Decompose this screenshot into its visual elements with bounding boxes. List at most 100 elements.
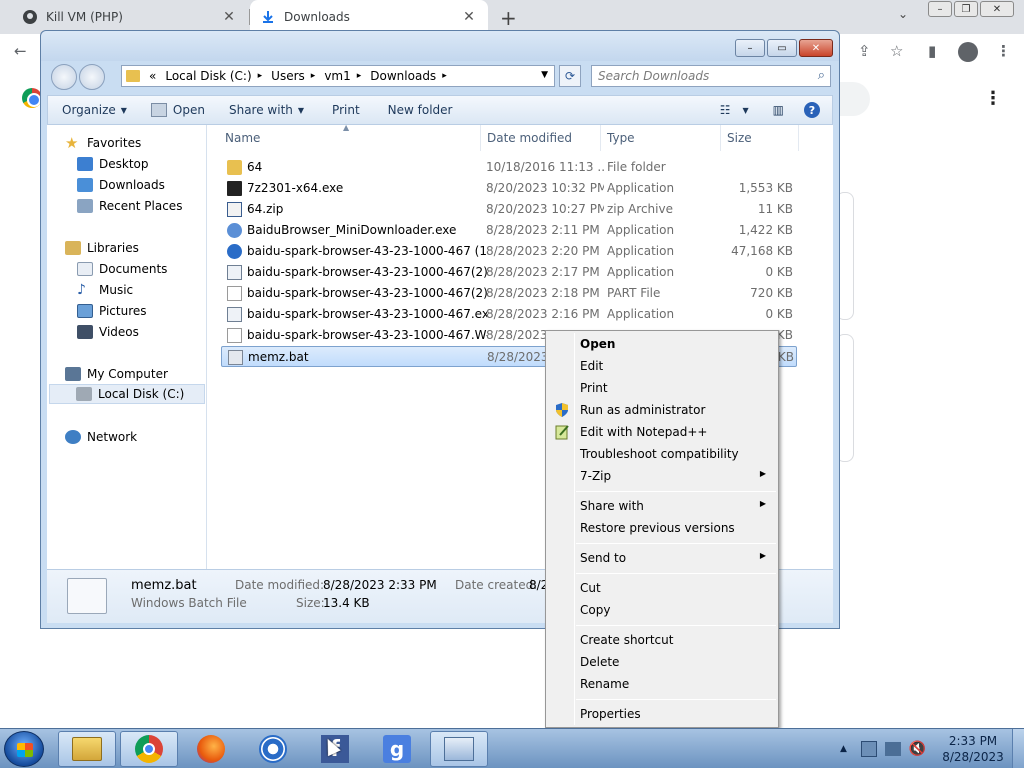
menu-item-create-shortcut[interactable]: Create shortcut (548, 629, 776, 651)
organize-button[interactable]: Organize ▼ (62, 103, 127, 117)
file-row[interactable]: 64 10/18/2016 11:13 ... File folder (221, 157, 797, 178)
tab-close-icon[interactable]: ✕ (220, 9, 238, 25)
side-panel-icon[interactable]: ▮ (928, 42, 936, 60)
close-window-button[interactable]: ✕ (980, 1, 1014, 17)
file-row[interactable]: 7z2301-x64.exe 8/20/2023 10:32 PM Applic… (221, 178, 797, 199)
menu-item-print[interactable]: Print (548, 377, 776, 399)
explorer-close-button[interactable]: ✕ (799, 39, 833, 57)
address-bar[interactable]: « Local Disk (C:) ▸ Users ▸ vm1 ▸ Downlo… (121, 65, 555, 87)
search-icon[interactable]: ⌕ (818, 68, 825, 83)
share-icon[interactable]: ⇪ (858, 42, 871, 60)
forward-button[interactable] (79, 64, 105, 90)
menu-item-share-with[interactable]: Share with ▶ (548, 495, 776, 517)
show-desktop-button[interactable] (1012, 729, 1024, 768)
maximize-button[interactable]: ❐ (954, 1, 978, 17)
menu-item-send-to[interactable]: Send to ▶ (548, 547, 776, 569)
print-button[interactable]: Print (332, 103, 360, 117)
breadcrumb-vm1[interactable]: vm1 (324, 69, 350, 83)
show-hidden-icons-button[interactable]: ▲ (840, 744, 847, 754)
taskbar-google[interactable]: g (368, 731, 426, 767)
menu-item-delete[interactable]: Delete (548, 651, 776, 673)
nav-music[interactable]: ♪ Music (77, 280, 133, 300)
tab-downloads[interactable]: Downloads ✕ (250, 0, 488, 34)
view-options-button[interactable]: ☷ ▼ (720, 103, 749, 117)
nav-my-computer[interactable]: My Computer (65, 364, 168, 384)
volume-muted-icon[interactable]: 🔇 (909, 741, 926, 757)
column-header-date[interactable]: Date modified (481, 125, 601, 151)
tab-kill-vm[interactable]: Kill VM (PHP) ✕ (0, 0, 248, 34)
minimize-button[interactable]: – (928, 1, 952, 17)
column-header-type[interactable]: Type (601, 125, 721, 151)
nav-favorites[interactable]: ★ Favorites (65, 133, 141, 153)
column-header-name[interactable]: ▲ Name (207, 123, 481, 151)
nav-label: Network (87, 430, 138, 444)
explorer-minimize-button[interactable]: – (735, 39, 765, 57)
nav-label: Downloads (99, 178, 165, 192)
breadcrumb-separator[interactable]: ▸ (357, 71, 362, 81)
breadcrumb-local-disk[interactable]: Local Disk (C:) (165, 69, 251, 83)
browser-menu-icon[interactable]: ⋮ (996, 42, 1011, 60)
taskbar-control-panel[interactable] (430, 731, 488, 767)
nav-documents[interactable]: Documents (77, 259, 167, 279)
file-name: 64 (247, 160, 263, 174)
help-icon[interactable]: ? (804, 102, 820, 118)
file-row[interactable]: baidu-spark-browser-43-23-1000-467 (1)..… (221, 241, 797, 262)
nav-pictures[interactable]: Pictures (77, 301, 147, 321)
nav-videos[interactable]: Videos (77, 322, 139, 342)
chevron-down-icon[interactable]: ▼ (541, 70, 548, 80)
column-header-size[interactable]: Size (721, 125, 799, 151)
menu-item-edit[interactable]: Edit (548, 355, 776, 377)
breadcrumb-separator[interactable]: ▸ (258, 71, 263, 81)
file-row[interactable]: baidu-spark-browser-43-23-1000-467(2)...… (221, 283, 797, 304)
new-tab-button[interactable]: + (500, 6, 517, 30)
taskbar-baidu-browser[interactable] (244, 731, 302, 767)
page-more-icon[interactable]: ⋮ (984, 88, 1002, 109)
file-row[interactable]: 64.zip 8/20/2023 10:27 PM zip Archive 11… (221, 199, 797, 220)
taskbar-firefox[interactable] (182, 731, 240, 767)
open-button[interactable]: Open (150, 103, 205, 117)
explorer-maximize-button[interactable]: ▭ (767, 39, 797, 57)
menu-item-open[interactable]: Open (548, 333, 776, 355)
menu-item-cut[interactable]: Cut (548, 577, 776, 599)
nav-desktop[interactable]: Desktop (77, 154, 149, 174)
taskbar-clock[interactable]: 2:33 PM 8/28/2023 (938, 733, 1008, 765)
nav-local-disk[interactable]: Local Disk (C:) (49, 384, 205, 404)
share-with-button[interactable]: Share with ▼ (229, 103, 304, 117)
breadcrumb-separator[interactable]: ▸ (442, 71, 447, 81)
menu-item-troubleshoot[interactable]: Troubleshoot compatibility (548, 443, 776, 465)
menu-item-edit-notepadpp[interactable]: Edit with Notepad++ (548, 421, 776, 443)
new-folder-button[interactable]: New folder (388, 103, 453, 117)
folder-icon (227, 160, 242, 175)
menu-item-7zip[interactable]: 7-Zip ▶ (548, 465, 776, 487)
breadcrumb-downloads[interactable]: Downloads (370, 69, 436, 83)
breadcrumb-overflow[interactable]: « (149, 69, 156, 83)
start-button[interactable] (4, 731, 44, 767)
profile-avatar-icon[interactable] (958, 42, 978, 62)
menu-item-copy[interactable]: Copy (548, 599, 776, 621)
file-row[interactable]: BaiduBrowser_MiniDownloader.exe 8/28/202… (221, 220, 797, 241)
menu-item-rename[interactable]: Rename (548, 673, 776, 695)
nav-downloads[interactable]: Downloads (77, 175, 165, 195)
menu-item-properties[interactable]: Properties (548, 703, 776, 725)
menu-item-restore-versions[interactable]: Restore previous versions (548, 517, 776, 539)
tab-close-icon[interactable]: ✕ (460, 9, 478, 25)
taskbar-chrome[interactable] (120, 731, 178, 767)
preview-pane-icon[interactable]: ▥ (773, 103, 784, 117)
back-icon[interactable]: ← (14, 42, 27, 60)
search-input[interactable]: Search Downloads ⌕ (591, 65, 831, 87)
breadcrumb-separator[interactable]: ▸ (311, 71, 316, 81)
nav-recent-places[interactable]: Recent Places (77, 196, 182, 216)
network-tray-icon[interactable] (884, 742, 901, 756)
tab-search-button[interactable]: ⌄ (898, 7, 908, 21)
refresh-icon[interactable]: ⟳ (559, 65, 581, 87)
action-center-flag-icon[interactable] (860, 741, 877, 757)
file-row[interactable]: baidu-spark-browser-43-23-1000-467.exe 8… (221, 304, 797, 325)
file-row[interactable]: baidu-spark-browser-43-23-1000-467(2)...… (221, 262, 797, 283)
taskbar-file-explorer[interactable] (58, 731, 116, 767)
menu-item-run-as-admin[interactable]: Run as administrator (548, 399, 776, 421)
nav-network[interactable]: Network (65, 427, 137, 447)
nav-libraries[interactable]: Libraries (65, 238, 139, 258)
bookmark-star-icon[interactable]: ☆ (890, 42, 903, 60)
breadcrumb-users[interactable]: Users (271, 69, 305, 83)
back-button[interactable] (51, 64, 77, 90)
